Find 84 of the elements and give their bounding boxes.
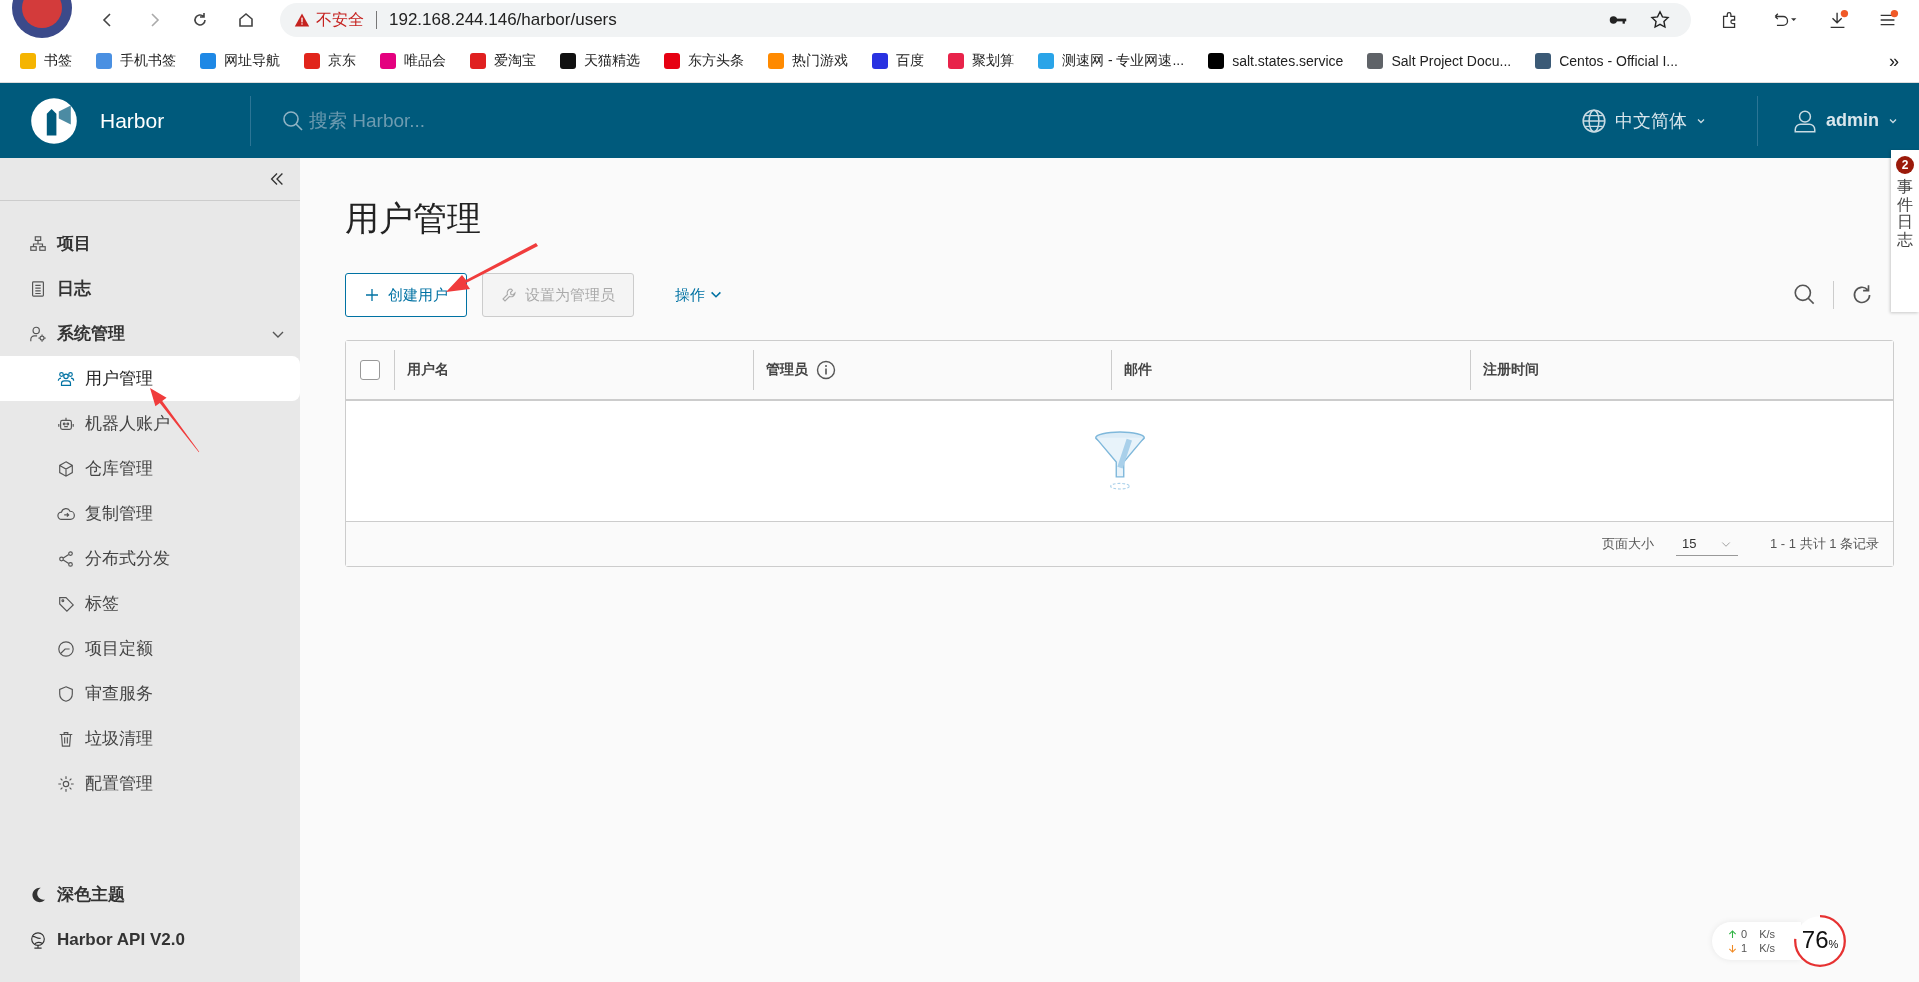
more-bookmarks-button[interactable]: » (1889, 50, 1899, 72)
speed-unit: K/s (1759, 928, 1776, 940)
nav-item[interactable]: 复制管理 (0, 491, 300, 536)
nav-item[interactable]: 项目 (0, 221, 300, 266)
bookmark[interactable]: salt.states.service (1208, 53, 1344, 69)
speed-unit: K/s (1759, 942, 1776, 954)
nav-item[interactable]: 用户管理 (0, 356, 300, 401)
bookmark[interactable]: Salt Project Docu... (1367, 53, 1512, 69)
security-label: 不安全 (316, 9, 364, 30)
avatar-icon[interactable] (12, 0, 72, 40)
event-log-label: 事件日志 (1897, 178, 1913, 249)
notification-badge: 2 (1896, 156, 1914, 174)
download-arrow-icon (1728, 943, 1737, 953)
user-menu[interactable]: admin (1792, 107, 1899, 134)
bookmark[interactable]: 东方头条 (664, 52, 744, 70)
moon-icon (29, 885, 47, 904)
bookmark[interactable]: Centos - Official I... (1535, 53, 1678, 69)
bookmark[interactable]: 手机书签 (96, 52, 176, 70)
event-log-tab[interactable]: 2 事件日志 (1891, 150, 1919, 312)
column-header[interactable]: 邮件 (1124, 361, 1153, 379)
nav-item[interactable]: 日志 (0, 266, 300, 311)
search-field[interactable]: 搜索 Harbor... (281, 108, 551, 133)
annotation-arrow (150, 388, 200, 453)
select-all-checkbox[interactable] (360, 360, 380, 380)
user-gear-icon (29, 324, 47, 343)
nav-item[interactable]: 标签 (0, 581, 300, 626)
nav-item[interactable]: 项目定额 (0, 626, 300, 671)
page-size-select[interactable]: 15 (1675, 532, 1738, 556)
column-header[interactable]: 用户名 (407, 361, 449, 379)
create-user-button[interactable]: 创建用户 (345, 273, 467, 317)
cube-icon (57, 459, 75, 478)
bookmark[interactable]: 热门游戏 (768, 52, 848, 70)
nav-item[interactable]: Harbor API V2.0 (0, 917, 300, 962)
shield-icon (57, 684, 75, 703)
wrench-icon (501, 287, 517, 303)
settings-icon (57, 774, 75, 793)
page-size-label: 页面大小 (1601, 535, 1654, 553)
percent-sign: % (1828, 938, 1839, 950)
nav-item[interactable]: 配置管理 (0, 761, 300, 806)
bookmark[interactable]: 京东 (304, 52, 356, 70)
page-title: 用户管理 (345, 198, 482, 239)
bookmark[interactable]: 聚划算 (948, 52, 1014, 70)
document-icon (29, 279, 47, 298)
info-icon[interactable] (815, 360, 836, 380)
hierarchy-icon (29, 234, 47, 253)
nav-item[interactable]: 审查服务 (0, 671, 300, 716)
nav-item[interactable]: 深色主题 (0, 872, 300, 917)
home-icon[interactable] (236, 10, 256, 30)
nav-item[interactable]: 机器人账户 (0, 401, 300, 446)
bookmark[interactable]: 测速网 - 专业网速... (1038, 52, 1185, 70)
plus-icon (364, 287, 380, 303)
globe-icon (29, 930, 47, 949)
users-icon (57, 369, 75, 388)
nav-item[interactable]: 垃圾清理 (0, 716, 300, 761)
usage-gauge-icon (1794, 915, 1846, 967)
usage-percent: 76 (1801, 926, 1829, 954)
share-icon (57, 549, 75, 568)
globe-icon (1581, 107, 1607, 134)
bookmark[interactable]: 唯品会 (380, 52, 446, 70)
record-summary: 1 - 1 共计 1 条记录 (1769, 535, 1879, 553)
bookmark[interactable]: 网址导航 (200, 52, 280, 70)
trash-icon (57, 729, 75, 748)
search-icon (281, 108, 305, 133)
address-bar[interactable]: 不安全 192.168.244.146/harbor/users (280, 3, 1691, 37)
nav-item[interactable]: 仓库管理 (0, 446, 300, 491)
bookmark[interactable]: 百度 (872, 52, 924, 70)
download-speed: 1 (1741, 942, 1748, 954)
language-menu[interactable]: 中文简体 (1581, 107, 1707, 134)
gauge-icon (57, 639, 75, 658)
url-text: 192.168.244.146/harbor/users (389, 10, 617, 30)
upload-speed: 0 (1741, 928, 1748, 940)
nav-item[interactable]: 系统管理 (0, 311, 300, 356)
column-header[interactable]: 注册时间 (1482, 361, 1539, 379)
bookmark[interactable]: 爱淘宝 (470, 52, 536, 70)
nav-item[interactable]: 分布式分发 (0, 536, 300, 581)
warning-icon (294, 12, 310, 28)
upload-arrow-icon (1728, 929, 1737, 939)
bookmark[interactable]: 书签 (20, 52, 72, 70)
brand-name[interactable]: Harbor (100, 108, 250, 133)
column-header[interactable]: 管理员 (765, 361, 808, 379)
actions-dropdown[interactable]: 操作 (669, 284, 729, 306)
tag-icon (57, 594, 75, 613)
bookmark[interactable]: 天猫精选 (560, 52, 640, 70)
star-icon[interactable] (1649, 9, 1671, 31)
